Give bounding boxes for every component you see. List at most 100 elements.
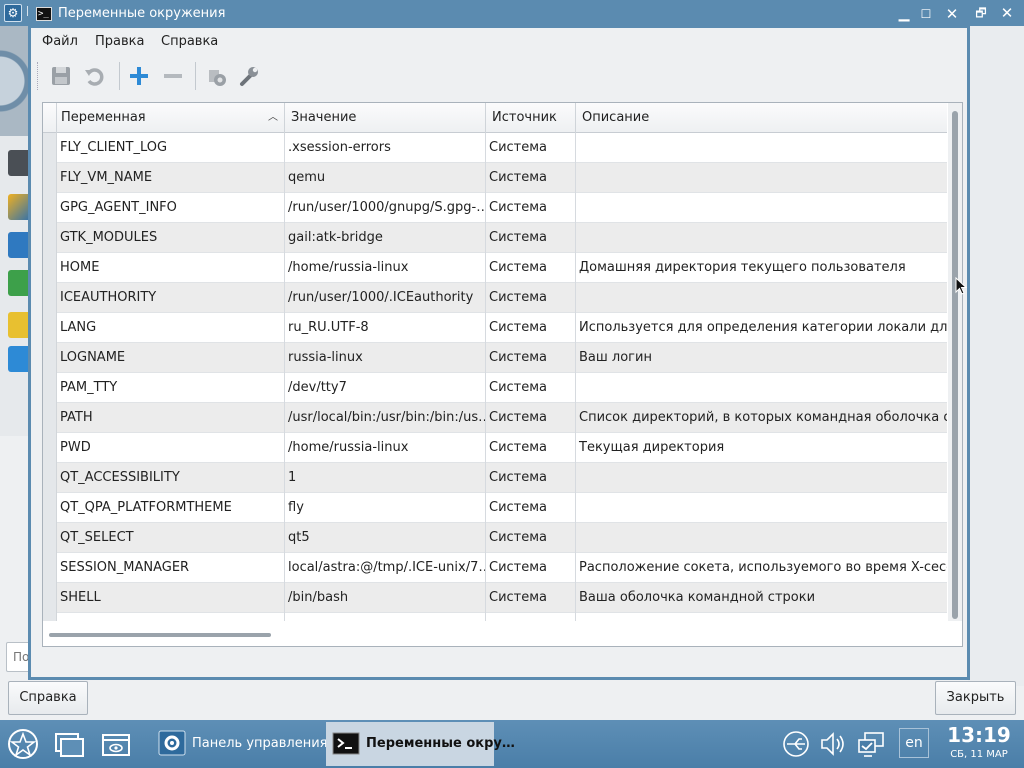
row-header[interactable] [43, 313, 57, 343]
cell-variable[interactable]: SHELL [57, 583, 285, 613]
cell-source[interactable]: Система [486, 583, 576, 613]
column-header-variable[interactable]: Переменная ︿ [57, 103, 285, 133]
cell-description[interactable]: Ваша оболочка командной строки [576, 583, 947, 613]
cell-variable[interactable]: SHLVL [57, 613, 285, 621]
clock-date[interactable]: СБ, 11 МАР [943, 749, 1015, 760]
column-header-source[interactable]: Источник [486, 103, 576, 133]
cell-variable[interactable]: SESSION_MANAGER [57, 553, 285, 583]
cell-variable[interactable]: LANG [57, 313, 285, 343]
table-row[interactable]: FLY_VM_NAME qemu Система [43, 163, 947, 193]
close-button[interactable]: Закрыть [935, 681, 1016, 715]
add-icon[interactable] [125, 62, 153, 90]
cell-value[interactable]: /run/user/1000/gnupg/S.gpg-… [285, 193, 486, 223]
save-icon[interactable] [47, 62, 75, 90]
row-header[interactable] [43, 373, 57, 403]
cell-source[interactable]: Система [486, 223, 576, 253]
cell-description[interactable] [576, 493, 947, 523]
cell-source[interactable]: Система [486, 133, 576, 163]
cell-value[interactable]: 1 [285, 463, 486, 493]
close-icon[interactable]: ✕ [998, 4, 1016, 22]
menu-edit[interactable]: Правка [95, 34, 144, 49]
cell-source[interactable]: Система [486, 253, 576, 283]
table-row[interactable]: GTK_MODULES gail:atk-bridge Система [43, 223, 947, 253]
table-row[interactable]: PAM_TTY/dev/tty7 Система [43, 373, 947, 403]
row-header[interactable] [43, 133, 57, 163]
row-header[interactable] [43, 523, 57, 553]
horizontal-scroll-thumb[interactable] [49, 633, 271, 637]
cell-value[interactable]: /home/russia-linux [285, 433, 486, 463]
cell-description[interactable] [576, 283, 947, 313]
row-header[interactable] [43, 433, 57, 463]
cell-variable[interactable]: ICEAUTHORITY [57, 283, 285, 313]
row-header[interactable] [43, 343, 57, 373]
vertical-scroll-thumb[interactable] [952, 111, 958, 619]
cell-value[interactable]: gail:atk-bridge [285, 223, 486, 253]
start-menu-icon[interactable] [6, 728, 40, 760]
table-row[interactable]: PWD/home/russia-linux Система Текущая дире… [43, 433, 947, 463]
vertical-scrollbar[interactable] [948, 103, 962, 621]
cell-source[interactable]: Система [486, 373, 576, 403]
cell-description[interactable]: Список директорий, в которых командная о… [576, 403, 947, 433]
table-row[interactable]: LOGNAME russia-linux Система Ваш логин [43, 343, 947, 373]
remove-icon[interactable] [159, 62, 187, 90]
table-row[interactable]: PATH/usr/local/bin:/usr/bin:/bin:/us… Сис… [43, 403, 947, 433]
cell-variable[interactable]: HOME [57, 253, 285, 283]
clock-time[interactable]: 13:19 [943, 723, 1015, 747]
cell-variable[interactable]: PATH [57, 403, 285, 433]
cell-value[interactable]: /dev/tty7 [285, 373, 486, 403]
cell-description[interactable] [576, 193, 947, 223]
column-header-value[interactable]: Значение [285, 103, 486, 133]
window-titlebar[interactable]: >_ Переменные окружения ▁ ☐ ✕ [28, 0, 970, 28]
row-header[interactable] [43, 223, 57, 253]
cell-source[interactable]: Система [486, 493, 576, 523]
cell-source[interactable]: Система [486, 193, 576, 223]
cell-variable[interactable]: GTK_MODULES [57, 223, 285, 253]
cell-source[interactable]: Система [486, 313, 576, 343]
cell-description[interactable]: Ваш логин [576, 343, 947, 373]
cell-description[interactable]: Расположение сокета, используемого во вр… [576, 553, 947, 583]
cell-variable[interactable]: LOGNAME [57, 343, 285, 373]
cell-source[interactable]: Система [486, 343, 576, 373]
volume-icon[interactable] [818, 730, 848, 758]
cell-source[interactable]: Система [486, 403, 576, 433]
cell-value[interactable]: /home/russia-linux [285, 253, 486, 283]
task-control-panel[interactable]: Панель управления [152, 722, 328, 766]
toolbar-grip[interactable] [37, 62, 39, 90]
table-row[interactable]: QT_SELECT qt5 Система [43, 523, 947, 553]
cell-source[interactable]: Система [486, 163, 576, 193]
cell-value[interactable]: /run/user/1000/.ICEauthority [285, 283, 486, 313]
row-header[interactable] [43, 463, 57, 493]
table-row[interactable]: SHLVL0СистемаУвеличивается на единицу пр… [43, 613, 947, 621]
cell-variable[interactable]: PAM_TTY [57, 373, 285, 403]
row-header[interactable] [43, 613, 57, 621]
cell-description[interactable] [576, 163, 947, 193]
cell-variable[interactable]: FLY_VM_NAME [57, 163, 285, 193]
menu-help[interactable]: Справка [161, 34, 218, 49]
cell-value[interactable]: russia-linux [285, 343, 486, 373]
desktops-icon[interactable] [52, 728, 86, 760]
cell-description[interactable] [576, 223, 947, 253]
usb-icon[interactable] [781, 730, 811, 758]
cell-source[interactable]: Система [486, 463, 576, 493]
cell-value[interactable]: local/astra:@/tmp/.ICE-unix/7… [285, 553, 486, 583]
show-desktop-icon[interactable] [99, 728, 133, 760]
cell-value[interactable]: /usr/local/bin:/usr/bin:/bin:/us… [285, 403, 486, 433]
cell-value[interactable]: fly [285, 493, 486, 523]
row-header[interactable] [43, 553, 57, 583]
network-icon[interactable] [856, 730, 886, 758]
cell-description[interactable] [576, 373, 947, 403]
table-row[interactable]: HOME/home/russia-linux Система Домашняя ди… [43, 253, 947, 283]
cell-value[interactable]: qt5 [285, 523, 486, 553]
cell-description[interactable]: Используется для определения категории л… [576, 313, 947, 343]
cell-source[interactable]: Система [486, 613, 576, 621]
table-row[interactable]: LANG ru_RU.UTF-8 Система Используется для о… [43, 313, 947, 343]
horizontal-scrollbar[interactable] [43, 625, 947, 645]
cell-source[interactable]: Система [486, 523, 576, 553]
row-header[interactable] [43, 163, 57, 193]
cell-variable[interactable]: PWD [57, 433, 285, 463]
table-row[interactable]: SESSION_MANAGER local/astra:@/tmp/.ICE-un… [43, 553, 947, 583]
row-header[interactable] [43, 253, 57, 283]
maximize-button[interactable]: ☐ [916, 5, 936, 23]
cell-value[interactable]: .xsession-errors [285, 133, 486, 163]
row-header[interactable] [43, 193, 57, 223]
